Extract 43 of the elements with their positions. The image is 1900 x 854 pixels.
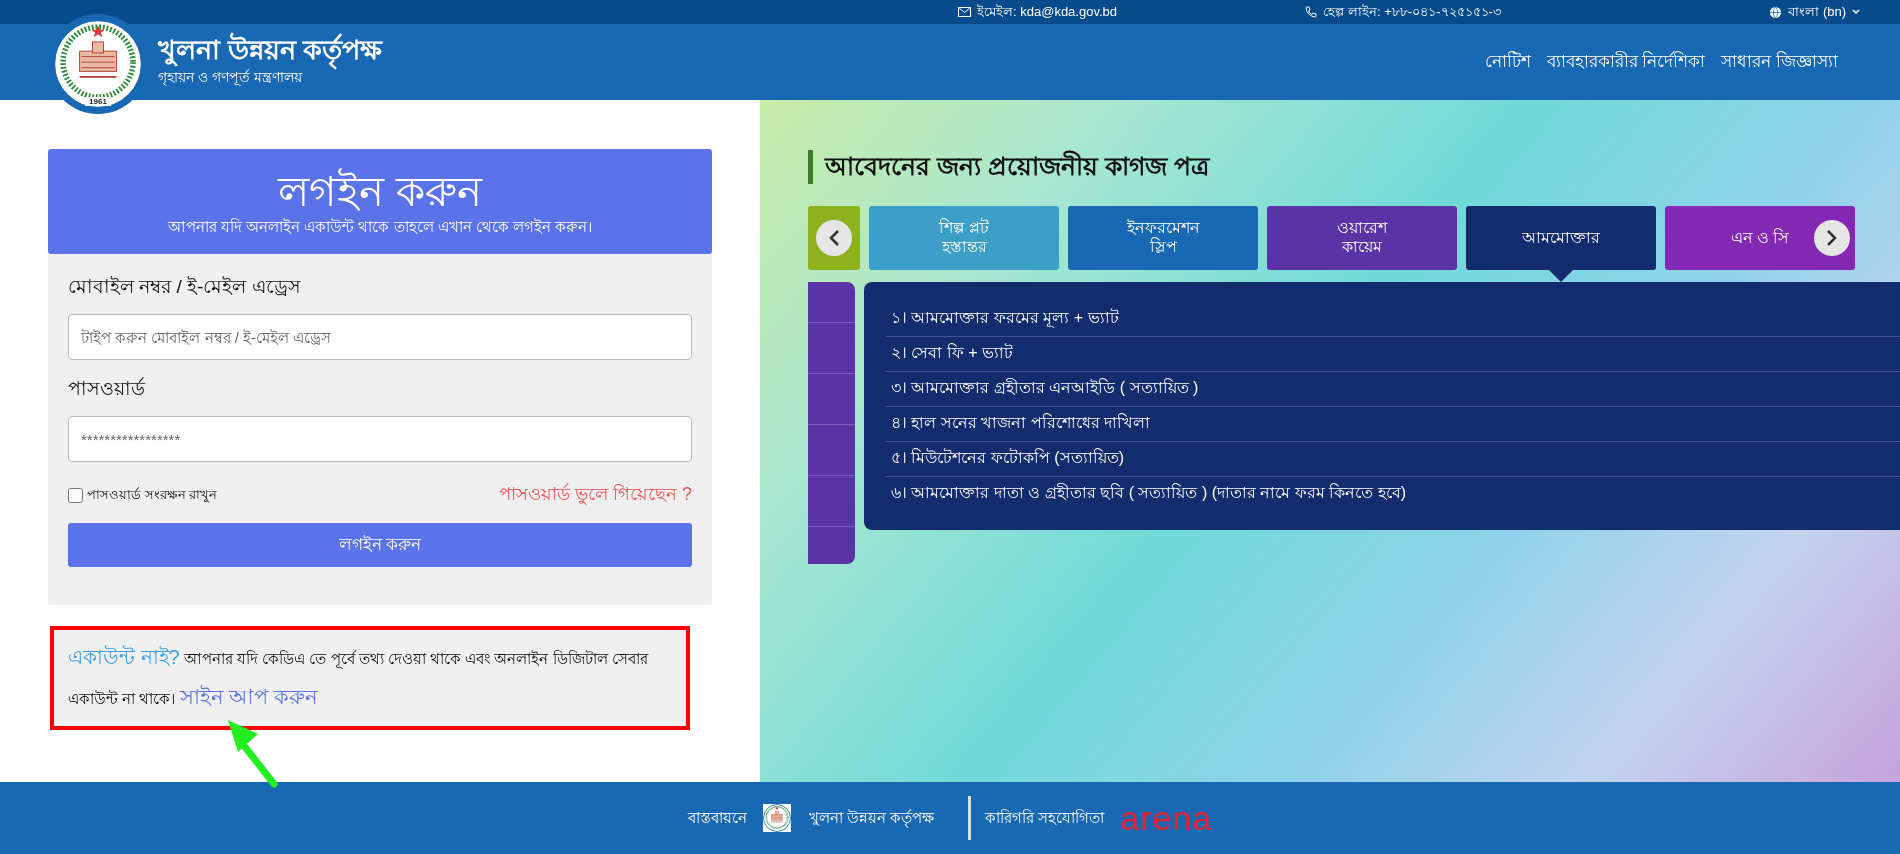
category-tab[interactable]: শিল্প প্লট হস্তান্তর bbox=[869, 205, 1059, 270]
requirement-item: ১। আমমোক্তার ফরমের মূল্য + ভ্যাট bbox=[886, 301, 1900, 337]
field-label: মোবাইল নম্বর / ই-মেইল এড্রেস bbox=[68, 275, 302, 299]
section-heading: আবেদনের জন্য প্রয়োজনীয় কাগজ পত্র bbox=[808, 150, 1900, 184]
organization-name: খুলনা উন্নয়ন কর্তৃপক্ষ bbox=[808, 807, 935, 830]
nav-link[interactable]: সাধারন জিজ্ঞাস্যা bbox=[1721, 48, 1838, 76]
globe-icon bbox=[1769, 5, 1783, 19]
phone-icon bbox=[1305, 6, 1318, 18]
language-selector[interactable]: বাংলা (bn) bbox=[1769, 1, 1860, 23]
requirement-item: ৫। মিউটেশনের ফটোকপি (সত্যায়িত) bbox=[886, 441, 1900, 477]
logo-year: 1961 bbox=[85, 97, 111, 106]
partner-logo: arena bbox=[1120, 801, 1213, 835]
forgot-password-link[interactable]: পাসওয়ার্ড ভুলে গিয়েছেন ? bbox=[499, 480, 692, 511]
field-label: পাসওয়ার্ড bbox=[68, 376, 147, 401]
category-tab[interactable]: এন ও সি bbox=[1665, 205, 1855, 270]
chevron-left-icon bbox=[828, 228, 840, 247]
emblem-icon bbox=[762, 804, 791, 832]
requirement-item: ৪। হাল সনের খাজনা পরিশোধের দাখিলা bbox=[886, 406, 1900, 442]
tech-support-label: কারিগরি সহযোগিতা bbox=[985, 807, 1105, 828]
remember-checkbox[interactable] bbox=[68, 488, 83, 503]
requirement-item: ৩। আমমোক্তার গ্রহীতার এনআইডি ( সত্যায়িত ) bbox=[886, 371, 1900, 407]
login-subtitle: আপনার যদি অনলাইন একাউন্ট থাকে তাহলে এখান থেকে লগইন করুন। bbox=[167, 217, 593, 238]
category-tab[interactable]: ওয়ারেশ কায়েম bbox=[1267, 205, 1457, 270]
site-subtitle: গৃহায়ন ও গণপূর্ত মন্ত্রণালয় bbox=[158, 69, 303, 88]
requirement-item: ৬। আমমোক্তার দাতা ও গ্রহীতার ছবি ( সত্যায়িত ) (দাতার নামে ফরম কিনতে হবে) bbox=[890, 482, 1408, 504]
category-tab[interactable]: ইনফরমেশন স্লিপ bbox=[1068, 205, 1258, 270]
envelope-icon bbox=[958, 7, 971, 17]
requirement-item: ২। সেবা ফি + ভ্যাট bbox=[886, 336, 1900, 372]
category-tab[interactable]: আমমোক্তার bbox=[1466, 205, 1656, 270]
login-button[interactable]: লগইন করুন bbox=[68, 523, 692, 567]
login-title: লগইন করুন bbox=[278, 169, 482, 216]
password-field[interactable]: ***************** bbox=[68, 416, 692, 462]
login-id-field[interactable]: টাইপ করুন মোবাইল নম্বর / ই-মেইল এড্রেস bbox=[68, 314, 692, 360]
chevron-down-icon bbox=[1852, 9, 1860, 15]
helpline-text: হেল্প লাইন: +৮৮-০৪১-৭২৫১৫১-৩ bbox=[1305, 1, 1501, 23]
annotation-arrow bbox=[228, 720, 278, 788]
nav-link[interactable]: ব্যাবহারকারীর নির্দেশিকা bbox=[1546, 48, 1706, 76]
nav-link[interactable]: নোটিশ bbox=[1484, 48, 1531, 76]
signup-link[interactable]: সাইন আপ করুন bbox=[179, 685, 319, 708]
chevron-right-icon bbox=[1826, 228, 1838, 247]
implemented-by-label: বাস্তবায়নে bbox=[687, 807, 747, 828]
remember-label: পাসওয়ার্ড সংরক্ষন রাখুন bbox=[87, 486, 218, 505]
email-text: ইমেইল: kda@kda.gov.bd bbox=[958, 1, 1118, 23]
